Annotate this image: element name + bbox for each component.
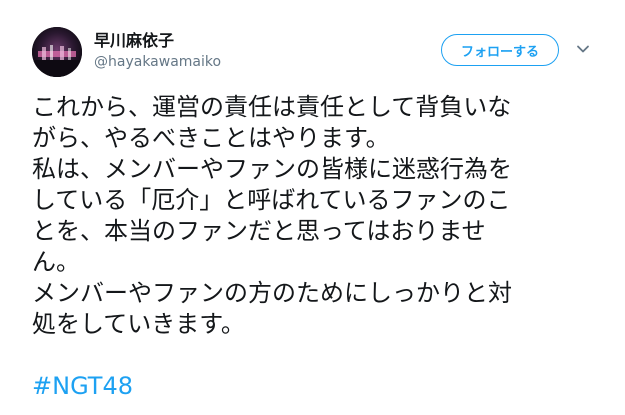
chevron-down-icon[interactable] [574, 40, 592, 58]
tweet-text-line: 私は、メンバーやファンの皆様に迷惑行為を [32, 155, 512, 183]
tweet-text: これから、運営の責任は責任として背負いな がら、やるべきことはやります。 私は、… [32, 92, 602, 402]
avatar-image [32, 27, 82, 77]
user-handle[interactable]: @hayakawamaiko [94, 53, 221, 71]
display-name[interactable]: 早川麻依子 [94, 31, 174, 51]
tweet-card: 早川麻依子 @hayakawamaiko フォローする これから、運営の責任は責… [0, 0, 625, 415]
follow-button[interactable]: フォローする [441, 34, 559, 66]
tweet-text-line: 処をしていきます。 [32, 310, 245, 338]
tweet-text-line: メンバーやファンの方のためにしっかりと対 [32, 279, 512, 307]
tweet-text-line: これから、運営の責任は責任として背負いな [32, 93, 512, 121]
avatar[interactable] [32, 27, 82, 77]
tweet-text-line: している「厄介」と呼ばれているファンのこ [32, 186, 511, 214]
tweet-text-line: がら、やるべきことはやります。 [32, 124, 390, 152]
hashtag-link[interactable]: #NGT48 [32, 371, 602, 402]
tweet-text-line: とを、本当のファンだと思ってはおりませ [32, 217, 486, 245]
tweet-text-line: ん。 [32, 248, 80, 276]
